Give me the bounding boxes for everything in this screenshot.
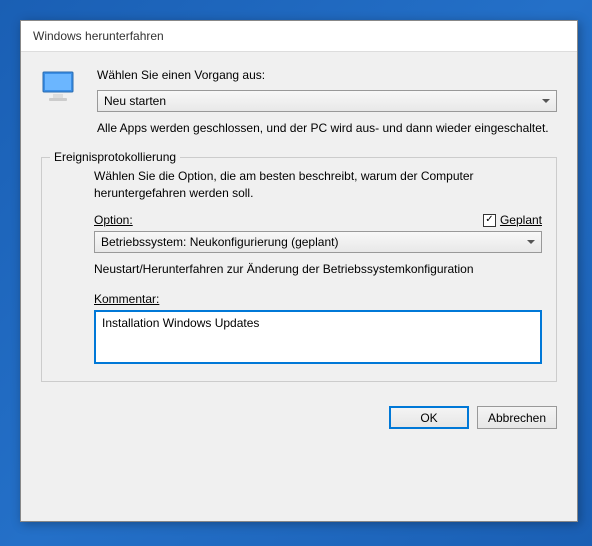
dialog-content: Wählen Sie einen Vorgang aus: Neu starte… — [21, 52, 577, 406]
comment-input[interactable] — [94, 310, 542, 364]
cancel-button[interactable]: Abbrechen — [477, 406, 557, 429]
action-help: Alle Apps werden geschlossen, und der PC… — [97, 120, 557, 137]
reason-select[interactable]: Betriebssystem: Neukonfigurierung (gepla… — [94, 231, 542, 253]
event-tracker-desc: Wählen Sie die Option, die am besten bes… — [94, 168, 542, 202]
monitor-icon — [41, 70, 81, 106]
ok-button[interactable]: OK — [389, 406, 469, 429]
action-section: Wählen Sie einen Vorgang aus: Neu starte… — [41, 68, 557, 137]
planned-checkbox-wrap[interactable]: ✓ Geplant — [483, 213, 542, 227]
reason-select-value: Betriebssystem: Neukonfigurierung (gepla… — [101, 235, 338, 249]
action-select[interactable]: Neu starten — [97, 90, 557, 112]
action-select-value: Neu starten — [104, 94, 166, 108]
event-tracker-group: Ereignisprotokollierung Wählen Sie die O… — [41, 157, 557, 382]
planned-checkbox[interactable]: ✓ — [483, 214, 496, 227]
event-tracker-legend: Ereignisprotokollierung — [50, 150, 180, 164]
ok-button-label: OK — [420, 411, 437, 425]
option-label: Option: — [94, 213, 133, 227]
chevron-down-icon — [542, 99, 550, 103]
reason-help: Neustart/Herunterfahren zur Änderung der… — [94, 261, 542, 278]
check-icon: ✓ — [485, 215, 493, 225]
cancel-button-label: Abbrechen — [488, 411, 546, 425]
planned-label: Geplant — [500, 213, 542, 227]
shutdown-dialog: Windows herunterfahren Wählen Sie einen … — [20, 20, 578, 522]
action-prompt: Wählen Sie einen Vorgang aus: — [97, 68, 557, 82]
dialog-buttons: OK Abbrechen — [21, 406, 577, 443]
comment-label: Kommentar: — [94, 292, 542, 306]
chevron-down-icon — [527, 240, 535, 244]
window-title: Windows herunterfahren — [21, 21, 577, 52]
